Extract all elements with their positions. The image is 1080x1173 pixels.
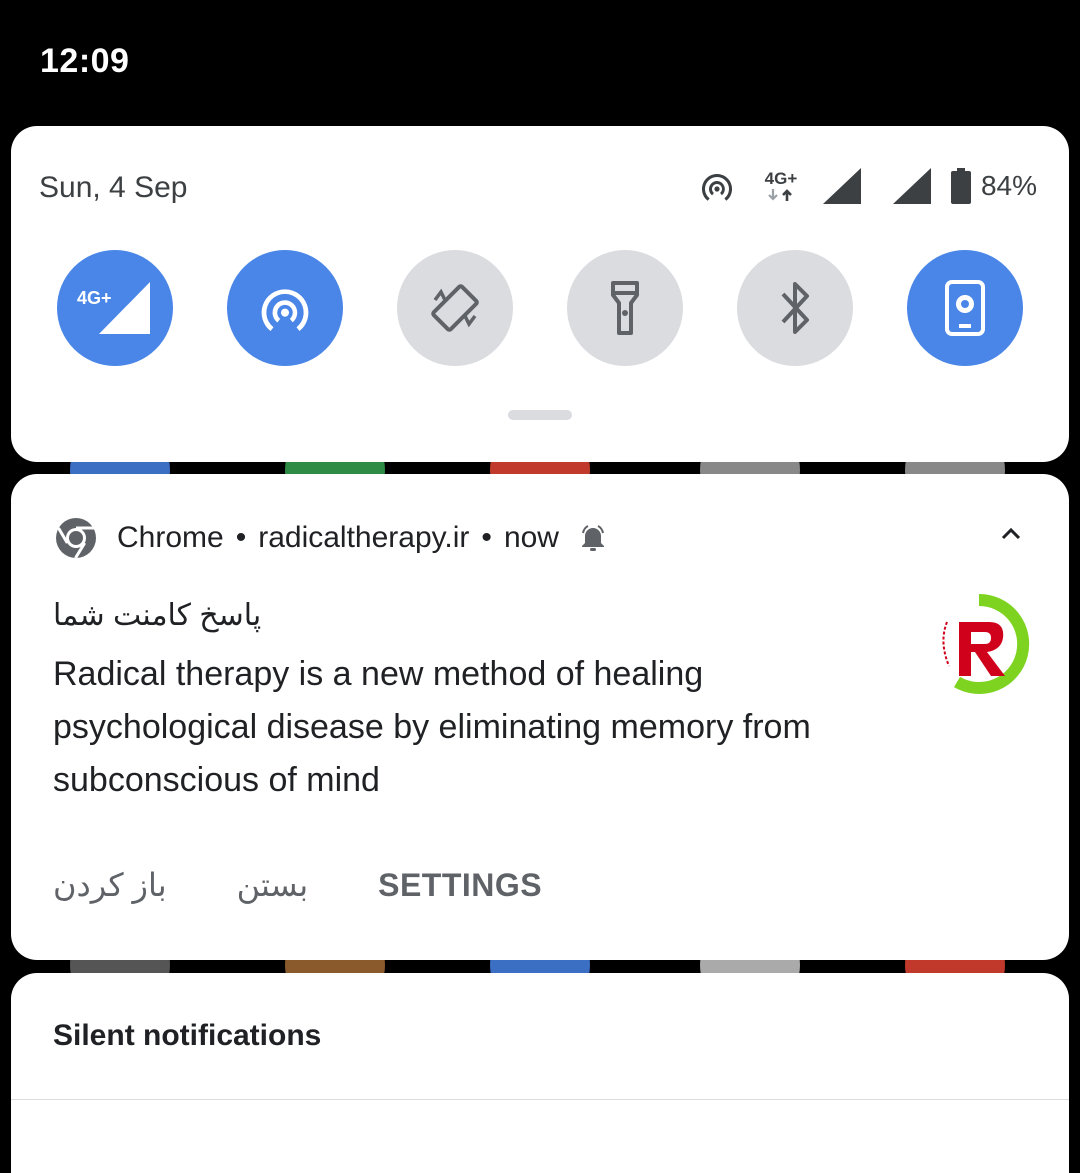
tile-hotspot[interactable]	[227, 250, 343, 366]
notification-actions: باز کردن بستن SETTINGS	[53, 860, 542, 910]
divider	[11, 1099, 1069, 1100]
tile-screen-cast[interactable]	[907, 250, 1023, 366]
screen-record-icon	[945, 280, 985, 336]
tile-bluetooth[interactable]	[737, 250, 853, 366]
flashlight-icon	[611, 281, 639, 335]
notification-title: پاسخ کامنت شما	[53, 599, 262, 632]
signal-icon	[822, 168, 863, 204]
app-name: Chrome	[117, 521, 224, 554]
status-icons: 4G+ 84%	[697, 166, 1037, 206]
notification-body: Radical therapy is a new method of heali…	[53, 655, 811, 799]
rotate-icon	[431, 284, 479, 332]
radical-therapy-logo	[927, 592, 1031, 696]
source-domain: radicaltherapy.ir	[258, 521, 470, 554]
signal-icon	[892, 168, 933, 204]
silent-notifications-section: Silent notifications	[11, 973, 1069, 1173]
settings-action-button[interactable]: SETTINGS	[378, 867, 542, 904]
tile-auto-rotate[interactable]	[397, 250, 513, 366]
close-action-button[interactable]: بستن	[237, 866, 308, 904]
status-time: 12:09	[40, 42, 130, 80]
separator-dot: •	[481, 521, 492, 554]
4g-plus-data-icon: 4G+	[759, 170, 803, 203]
alert-bell-icon	[579, 524, 607, 552]
quick-settings-panel: Sun, 4 Sep 4G+ 84% 4G+	[11, 126, 1069, 462]
tile-mobile-data[interactable]: 4G+	[57, 250, 173, 366]
open-action-button[interactable]: باز کردن	[53, 866, 167, 904]
expand-handle[interactable]	[508, 410, 572, 420]
collapse-chevron-icon[interactable]	[999, 526, 1023, 547]
separator-dot: •	[235, 521, 247, 554]
notification-header: Chrome • radicaltherapy.ir • now	[55, 516, 607, 560]
chrome-icon	[55, 517, 97, 559]
date-label[interactable]: Sun, 4 Sep	[39, 171, 187, 205]
chrome-notification[interactable]: Chrome • radicaltherapy.ir • now پاسخ کا…	[11, 474, 1069, 960]
battery-icon	[950, 168, 971, 204]
bluetooth-icon	[781, 282, 809, 334]
silent-notifications-title: Silent notifications	[53, 1019, 322, 1052]
hotspot-icon	[261, 289, 309, 332]
notification-time: now	[503, 521, 559, 554]
tile-flashlight[interactable]	[567, 250, 683, 366]
hotspot-icon	[697, 171, 737, 201]
battery-percent: 84%	[980, 170, 1037, 201]
